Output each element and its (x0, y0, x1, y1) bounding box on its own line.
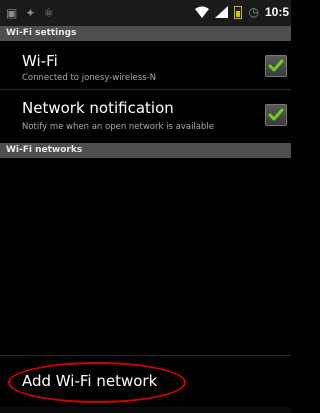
add-wifi-network-row[interactable]: Add Wi-Fi network (0, 355, 291, 407)
notification-icon: ▣ (6, 6, 18, 20)
wifi-signal-icon (195, 6, 210, 18)
section-header-wifi-networks: Wi-Fi networks (0, 143, 291, 158)
check-icon (268, 59, 284, 72)
battery-icon (234, 5, 243, 19)
status-bar: ▣ ✦ ⚛ ◷ 10:5 (0, 0, 291, 26)
alarm-icon: ◷ (248, 5, 259, 19)
network-notification-checkbox[interactable] (265, 104, 287, 126)
wifi-status-text: Connected to jonesy-wireless-N (22, 73, 156, 83)
check-icon (268, 108, 284, 121)
status-system-icons: ◷ 10:5 (195, 5, 289, 19)
network-notification-title: Network notification (22, 99, 174, 117)
wifi-title: Wi-Fi (22, 52, 58, 70)
usb-icon: ✦ (25, 6, 36, 20)
status-clock: 10:5 (264, 5, 289, 19)
highlight-annotation-ellipse (8, 362, 186, 403)
section-header-wifi-settings: Wi-Fi settings (0, 26, 291, 41)
network-list (0, 158, 291, 355)
wifi-toggle-row[interactable]: Wi-Fi Connected to jonesy-wireless-N (0, 41, 291, 89)
wifi-checkbox[interactable] (265, 55, 287, 77)
network-notification-row[interactable]: Network notification Notify me when an o… (0, 90, 291, 142)
cell-signal-icon (215, 6, 229, 18)
usb-debug-icon: ⚛ (43, 6, 55, 20)
bottom-edge (0, 407, 291, 413)
network-notification-subtitle: Notify me when an open network is availa… (22, 122, 214, 132)
status-notification-icons: ▣ ✦ ⚛ (6, 6, 54, 20)
